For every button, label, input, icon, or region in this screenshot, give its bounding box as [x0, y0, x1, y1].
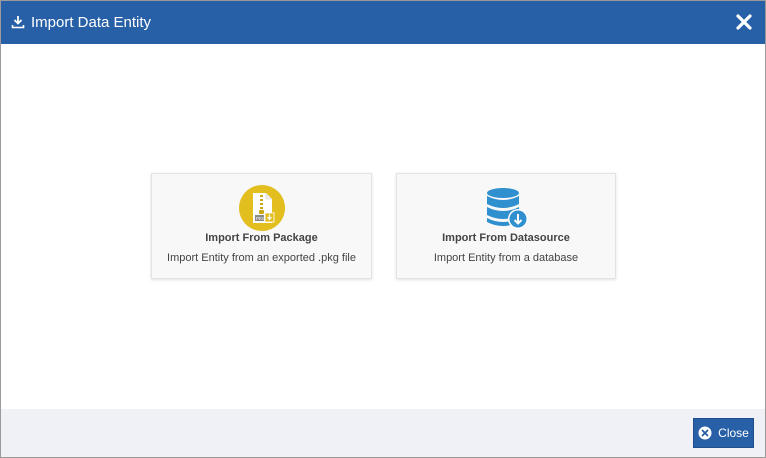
dialog-titlebar: Import Data Entity — [1, 1, 765, 44]
card-description: Import Entity from a database — [433, 252, 579, 264]
close-button-label: Close — [718, 426, 749, 440]
card-title: Import From Datasource — [442, 232, 570, 244]
database-download-icon — [487, 188, 528, 229]
download-icon — [11, 16, 25, 29]
dialog-title: Import Data Entity — [31, 14, 152, 31]
circle-x-icon — [698, 426, 712, 440]
svg-text:PKG: PKG — [256, 216, 266, 221]
close-button[interactable]: Close — [693, 418, 754, 448]
close-icon[interactable] — [735, 13, 753, 31]
dialog-body: PKG Import From Package Import Entity fr… — [1, 44, 765, 409]
card-description: Import Entity from an exported .pkg file — [167, 252, 356, 264]
package-file-icon: PKG — [238, 185, 285, 231]
import-from-datasource-card[interactable]: Import From Datasource Import Entity fro… — [396, 173, 616, 279]
import-data-entity-dialog: Import Data Entity PKG Import From Packa… — [0, 0, 766, 458]
card-title: Import From Package — [205, 232, 318, 244]
dialog-footer: Close — [1, 409, 765, 457]
import-from-package-card[interactable]: PKG Import From Package Import Entity fr… — [151, 173, 372, 279]
